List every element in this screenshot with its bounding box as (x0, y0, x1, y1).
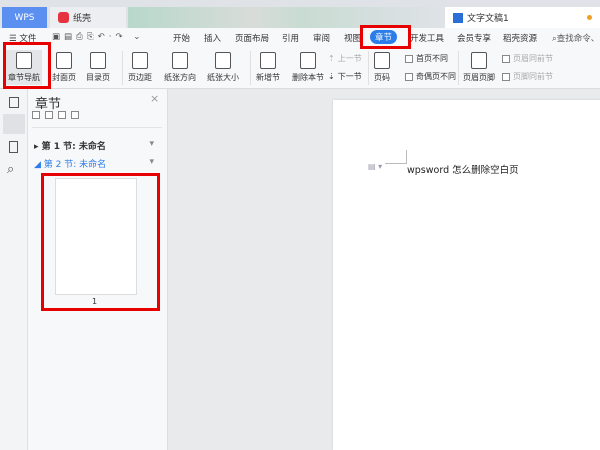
toc-icon (90, 52, 106, 69)
bookmark-icon[interactable] (9, 141, 18, 153)
new-section-label: 新增节 (256, 73, 280, 82)
panel-title: 章节 (35, 97, 62, 112)
collapse-icon[interactable] (45, 111, 53, 119)
menu-review[interactable]: 审阅 (313, 32, 330, 44)
page-number-button[interactable]: 页码 (374, 52, 390, 83)
cover-label: 封面页 (52, 73, 76, 82)
margins-button[interactable]: 页边距 (128, 52, 152, 83)
zhike-icon (58, 12, 69, 23)
page-number-label: 页码 (374, 73, 390, 82)
section-2-label: 第 2 节: 未命名 (43, 160, 107, 170)
tab-document[interactable]: 文字文稿1 (445, 7, 600, 28)
search-command-label: 查找命令、 (556, 34, 600, 44)
menu-developer[interactable]: 开发工具 (410, 32, 444, 44)
quick-access-toolbar[interactable]: ▣▤⎙⎘↶·↷ ⌄ (52, 32, 144, 42)
page-size-icon (215, 52, 231, 69)
divider (458, 51, 459, 85)
tab-wps[interactable]: WPS (2, 7, 47, 28)
menu-view[interactable]: 视图 (344, 32, 361, 44)
header-footer-button[interactable]: 页眉页脚 (463, 52, 495, 83)
search-icon[interactable]: ⌕ (7, 162, 14, 177)
toc-button[interactable]: 目录页 (86, 52, 110, 83)
footer-same-label: 页脚同前节 (513, 72, 553, 81)
expand-icon[interactable] (32, 111, 40, 119)
word-doc-icon (453, 12, 463, 23)
document-page[interactable]: ▤ ▾ wpsword 怎么删除空白页 (333, 100, 600, 450)
menu-member[interactable]: 会员专享 (457, 32, 491, 44)
delete-section-icon (300, 52, 316, 69)
new-section-button[interactable]: 新增节 (256, 52, 280, 83)
tab-zhike-label: 纸壳 (73, 14, 92, 24)
header-same-checkbox[interactable]: 页眉同前节 (502, 53, 553, 64)
paragraph-icon[interactable]: ▤ ▾ (368, 162, 382, 171)
corner-mark (385, 150, 407, 164)
document-text: wpsword 怎么删除空白页 (407, 165, 519, 176)
menu-layout[interactable]: 页面布局 (235, 32, 269, 44)
divider (368, 51, 369, 85)
unsaved-dot (587, 15, 592, 20)
header-footer-label: 页眉页脚 (463, 73, 495, 82)
cover-button[interactable]: 封面页 (52, 52, 76, 83)
close-icon[interactable]: × (150, 92, 159, 105)
section-item-2[interactable]: ◢ 第 2 节: 未命名 ▾ (34, 157, 154, 170)
orientation-icon (172, 52, 188, 69)
menu-bar: ☰ 文件 ▣▤⎙⎘↶·↷ ⌄ 开始 插入 页面布局 引用 审阅 视图 章节 开发… (0, 28, 600, 47)
next-section-label: 下一节 (337, 72, 362, 81)
delete-section-button[interactable]: 删除本节 (292, 52, 324, 83)
menu-insert[interactable]: 插入 (204, 32, 221, 44)
orientation-label: 纸张方向 (164, 73, 196, 82)
delete-section-label: 删除本节 (292, 73, 324, 82)
first-diff-label: 首页不同 (416, 54, 448, 63)
menu-reference[interactable]: 引用 (282, 32, 299, 44)
menu-start[interactable]: 开始 (173, 32, 190, 44)
odd-even-different-checkbox[interactable]: 奇偶页不同 (405, 71, 456, 82)
orientation-button[interactable]: 纸张方向 (164, 52, 196, 83)
prev-section-label: 上一节 (337, 54, 362, 63)
menu-docer[interactable]: 稻壳资源 (503, 32, 537, 44)
highlight-section-nav (3, 42, 51, 89)
search-command[interactable]: ⌕查找命令、 (552, 32, 599, 44)
tab-zhike[interactable]: 纸壳 (50, 7, 126, 28)
page-size-button[interactable]: 纸张大小 (207, 52, 239, 83)
panel-divider (32, 127, 162, 128)
prev-section-button[interactable]: ⇡ 上一节 (328, 53, 362, 64)
ribbon: 章节导航 封面页 目录页 页边距 纸张方向 纸张大小 新增节 删除本节 ⇡ 上一节… (0, 47, 600, 89)
footer-same-checkbox[interactable]: 页脚同前节 (502, 71, 553, 82)
highlight-thumbnail (41, 173, 160, 311)
side-strip: ⌕ (0, 89, 28, 450)
cover-icon (56, 52, 72, 69)
odd-even-label: 奇偶页不同 (416, 72, 456, 81)
highlight-section-tab (360, 25, 411, 49)
section-1-label: 第 1 节: 未命名 (41, 142, 106, 152)
add-icon[interactable] (58, 111, 66, 119)
divider (250, 51, 251, 85)
margins-icon (132, 52, 148, 69)
outline-icon[interactable] (9, 97, 19, 108)
margins-label: 页边距 (128, 73, 152, 82)
section-item-1[interactable]: ▸ 第 1 节: 未命名 ▾ (34, 139, 154, 152)
next-section-button[interactable]: ⇣ 下一节 (328, 71, 362, 82)
header-same-label: 页眉同前节 (513, 54, 553, 63)
panel-tools (32, 111, 79, 119)
page-number-icon (374, 52, 390, 69)
first-page-different-checkbox[interactable]: 首页不同 (405, 53, 448, 64)
tab-document-label: 文字文稿1 (467, 14, 509, 24)
remove-icon[interactable] (71, 111, 79, 119)
page-size-label: 纸张大小 (207, 73, 239, 82)
new-section-icon (260, 52, 276, 69)
section-icon[interactable] (3, 114, 25, 134)
toc-label: 目录页 (86, 73, 110, 82)
tab-bar: WPS 纸壳 文字文稿1 (0, 0, 600, 28)
divider (122, 51, 123, 85)
header-footer-icon (471, 52, 487, 69)
